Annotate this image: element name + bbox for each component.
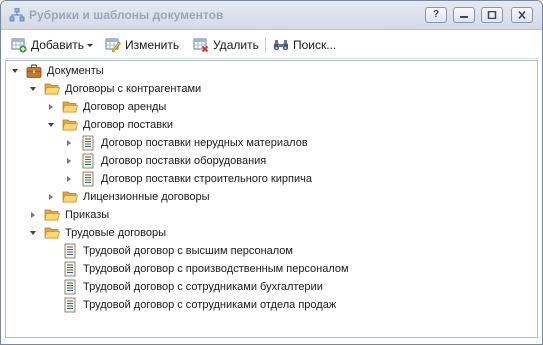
tree-node-label: Приказы	[65, 209, 110, 221]
document-icon	[82, 153, 94, 169]
folder-open-icon	[44, 83, 60, 95]
tree-node-root[interactable]: Документы	[10, 63, 104, 79]
maximize-button[interactable]	[481, 7, 503, 23]
expand-toggle[interactable]	[46, 192, 56, 202]
document-icon	[64, 279, 76, 295]
help-button[interactable]: ?	[425, 7, 447, 23]
expand-toggle[interactable]	[28, 210, 38, 220]
maximize-icon	[487, 11, 497, 19]
folder-open-icon	[44, 209, 60, 221]
tree-node-supply-bricks[interactable]: Договор поставки строительного кирпича	[64, 171, 312, 187]
delete-icon	[193, 38, 209, 53]
tree-node-supply-equipment[interactable]: Договор поставки оборудования	[64, 153, 266, 169]
add-button[interactable]: Добавить	[11, 35, 94, 55]
hierarchy-icon	[9, 8, 25, 22]
tree-node-licensing[interactable]: Лицензионные договоры	[46, 189, 210, 205]
expand-toggle[interactable]	[46, 120, 56, 130]
document-icon	[64, 243, 76, 259]
tree-node-label: Договор поставки строительного кирпича	[101, 173, 312, 185]
expand-toggle[interactable]	[64, 138, 74, 148]
minimize-button[interactable]	[453, 7, 475, 23]
delete-button[interactable]: Удалить	[193, 35, 259, 55]
document-icon	[82, 135, 94, 151]
help-label: ?	[432, 9, 440, 20]
delete-label: Удалить	[213, 38, 259, 52]
close-button[interactable]	[511, 7, 533, 23]
tree-node-contractors[interactable]: Договоры с контрагентами	[28, 81, 201, 97]
edit-button[interactable]: Изменить	[105, 35, 179, 55]
expand-toggle[interactable]	[28, 84, 38, 94]
tree-node-label: Документы	[47, 65, 104, 77]
tree-node-label: Трудовой договор с производственным перс…	[83, 263, 349, 275]
tree-node-label: Трудовой договор с сотрудниками отдела п…	[83, 299, 337, 311]
tree-node-label: Лицензионные договоры	[83, 191, 210, 203]
add-table-icon	[11, 38, 27, 53]
tree-node-label: Трудовые договоры	[65, 227, 166, 239]
folder-open-icon	[62, 119, 78, 131]
minimize-icon	[460, 16, 468, 18]
folder-open-icon	[62, 191, 78, 203]
briefcase-icon	[26, 64, 42, 78]
binoculars-icon	[274, 40, 288, 50]
document-icon	[64, 261, 76, 277]
folder-open-icon	[44, 227, 60, 239]
chevron-down-icon[interactable]	[87, 44, 94, 47]
tree-node-orders[interactable]: Приказы	[28, 207, 109, 223]
toolbar-divider	[265, 38, 266, 53]
search-label: Поиск...	[293, 38, 337, 52]
expand-toggle[interactable]	[64, 174, 74, 184]
edit-label: Изменить	[125, 38, 180, 52]
toolbar: Добавить Изменить Удалить Поиск...	[5, 32, 538, 59]
tree-node-labor-accounting[interactable]: Трудовой договор с сотрудниками бухгалте…	[62, 279, 323, 295]
tree-node-label: Договор поставки	[83, 119, 173, 131]
expand-toggle[interactable]	[64, 156, 74, 166]
expand-toggle[interactable]	[46, 102, 56, 112]
close-icon	[518, 11, 526, 19]
tree-node-labor-production[interactable]: Трудовой договор с производственным перс…	[62, 261, 349, 277]
tree-node-label: Договор поставки оборудования	[101, 155, 267, 167]
expand-toggle[interactable]	[28, 228, 38, 238]
add-label: Добавить	[31, 38, 85, 52]
document-tree[interactable]: Документы Договоры с контрагентами Догов…	[5, 60, 538, 338]
window-title: Рубрики и шаблоны документов	[29, 8, 224, 22]
tree-node-label: Договоры с контрагентами	[65, 83, 202, 95]
tree-node-rent[interactable]: Договор аренды	[46, 99, 166, 115]
tree-node-label: Трудовой договор с высшим персоналом	[83, 245, 293, 257]
folder-open-icon	[62, 101, 78, 113]
tree-node-supply[interactable]: Договор поставки	[46, 117, 173, 133]
expand-toggle[interactable]	[10, 66, 20, 76]
tree-node-labor-sales[interactable]: Трудовой договор с сотрудниками отдела п…	[62, 297, 336, 313]
tree-node-label: Договор аренды	[83, 101, 167, 113]
tree-node-supply-materials[interactable]: Договор поставки нерудных материалов	[64, 135, 308, 151]
tree-node-label: Договор поставки нерудных материалов	[101, 137, 308, 149]
tree-node-labor[interactable]: Трудовые договоры	[28, 225, 166, 241]
document-templates-window: Рубрики и шаблоны документов ? Добавить …	[0, 0, 543, 345]
search-button[interactable]: Поиск...	[273, 35, 336, 55]
document-icon	[64, 297, 76, 313]
tree-node-label: Трудовой договор с сотрудниками бухгалте…	[83, 281, 323, 293]
document-icon	[82, 171, 94, 187]
tree-node-labor-senior[interactable]: Трудовой договор с высшим персоналом	[62, 243, 293, 259]
title-bar[interactable]: Рубрики и шаблоны документов ?	[1, 1, 542, 30]
edit-icon	[105, 38, 121, 53]
